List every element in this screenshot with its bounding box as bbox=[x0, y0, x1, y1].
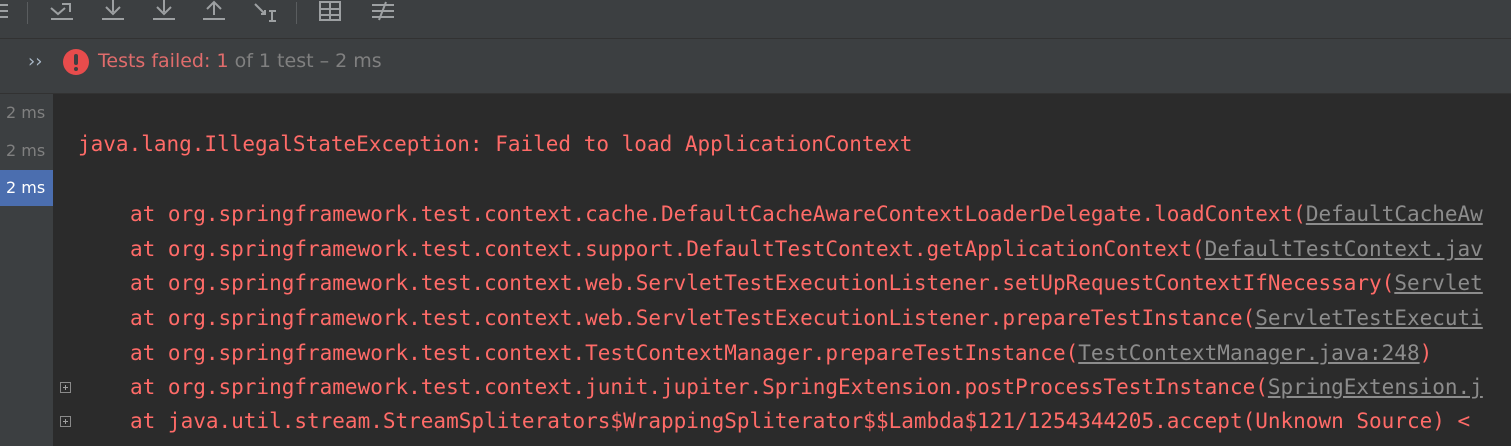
failed-count: 1 bbox=[216, 50, 229, 72]
stack-text: at org.springframework.test.context.cach… bbox=[130, 202, 1306, 226]
stack-tail: ) bbox=[1419, 341, 1433, 365]
download-icon[interactable] bbox=[100, 0, 126, 28]
stack-trace-line: at org.springframework.test.context.cach… bbox=[130, 202, 1483, 226]
expand-chevron-icon[interactable]: ›› bbox=[28, 51, 42, 72]
source-link[interactable]: DefaultTestContext.jav bbox=[1205, 237, 1483, 261]
stack-text: at org.springframework.test.context.web.… bbox=[130, 271, 1395, 295]
source-link[interactable]: ServletTestExecuti bbox=[1255, 306, 1483, 330]
source-link[interactable]: SpringExtension.j bbox=[1268, 375, 1483, 399]
stack-text: at org.springframework.test.context.web.… bbox=[130, 306, 1256, 330]
sort-icon[interactable] bbox=[253, 0, 279, 28]
stack-trace-line: at org.springframework.test.context.supp… bbox=[130, 237, 1483, 261]
source-link[interactable]: Servlet bbox=[1394, 271, 1483, 295]
table-icon[interactable] bbox=[318, 0, 344, 28]
stack-trace-line: at org.springframework.test.context.Test… bbox=[130, 341, 1432, 365]
test-status-text: Tests failed: 1 of 1 test – 2 ms bbox=[98, 50, 382, 72]
toolbar-separator bbox=[296, 2, 297, 24]
source-link[interactable]: DefaultCacheAw bbox=[1306, 202, 1483, 226]
stack-text: at org.springframework.test.context.juni… bbox=[130, 375, 1268, 399]
upload-icon[interactable] bbox=[201, 0, 227, 28]
test-status-bar: ›› Tests failed: 1 of 1 test – 2 ms bbox=[0, 39, 1511, 94]
download-icon[interactable] bbox=[151, 0, 177, 28]
exception-line: java.lang.IllegalStateException: Failed … bbox=[78, 132, 913, 156]
expand-fold-icon[interactable] bbox=[60, 382, 71, 393]
toolbar-separator bbox=[27, 2, 28, 24]
stack-trace-line: at org.springframework.test.context.juni… bbox=[130, 375, 1483, 399]
stack-trace-line: at org.springframework.test.context.web.… bbox=[130, 271, 1483, 295]
console-output[interactable]: java.lang.IllegalStateException: Failed … bbox=[53, 94, 1511, 446]
toolbar bbox=[0, 0, 1511, 39]
settings-filter-icon[interactable] bbox=[370, 0, 396, 28]
stack-trace-line: at org.springframework.test.context.web.… bbox=[130, 306, 1483, 330]
status-prefix: Tests failed: bbox=[98, 50, 217, 72]
stack-text: at org.springframework.test.context.Test… bbox=[130, 341, 1079, 365]
error-alert-icon bbox=[63, 49, 89, 75]
stack-trace-line: at java.util.stream.StreamSpliterators$W… bbox=[130, 409, 1470, 433]
test-tree-panel: 2 ms 2 ms 2 ms bbox=[0, 94, 53, 446]
test-duration-item-selected[interactable]: 2 ms bbox=[0, 170, 53, 206]
import-results-icon[interactable] bbox=[48, 0, 74, 28]
stack-text: at java.util.stream.StreamSpliterators$W… bbox=[130, 409, 1471, 433]
test-duration-item[interactable]: 2 ms bbox=[0, 133, 53, 169]
status-suffix: of 1 test – 2 ms bbox=[228, 50, 382, 72]
test-duration-item[interactable]: 2 ms bbox=[0, 95, 53, 131]
source-link[interactable]: TestContextManager.java:248 bbox=[1078, 341, 1419, 365]
stack-text: at org.springframework.test.context.supp… bbox=[130, 237, 1205, 261]
menu-icon[interactable] bbox=[0, 0, 26, 28]
expand-fold-icon[interactable] bbox=[60, 416, 71, 427]
